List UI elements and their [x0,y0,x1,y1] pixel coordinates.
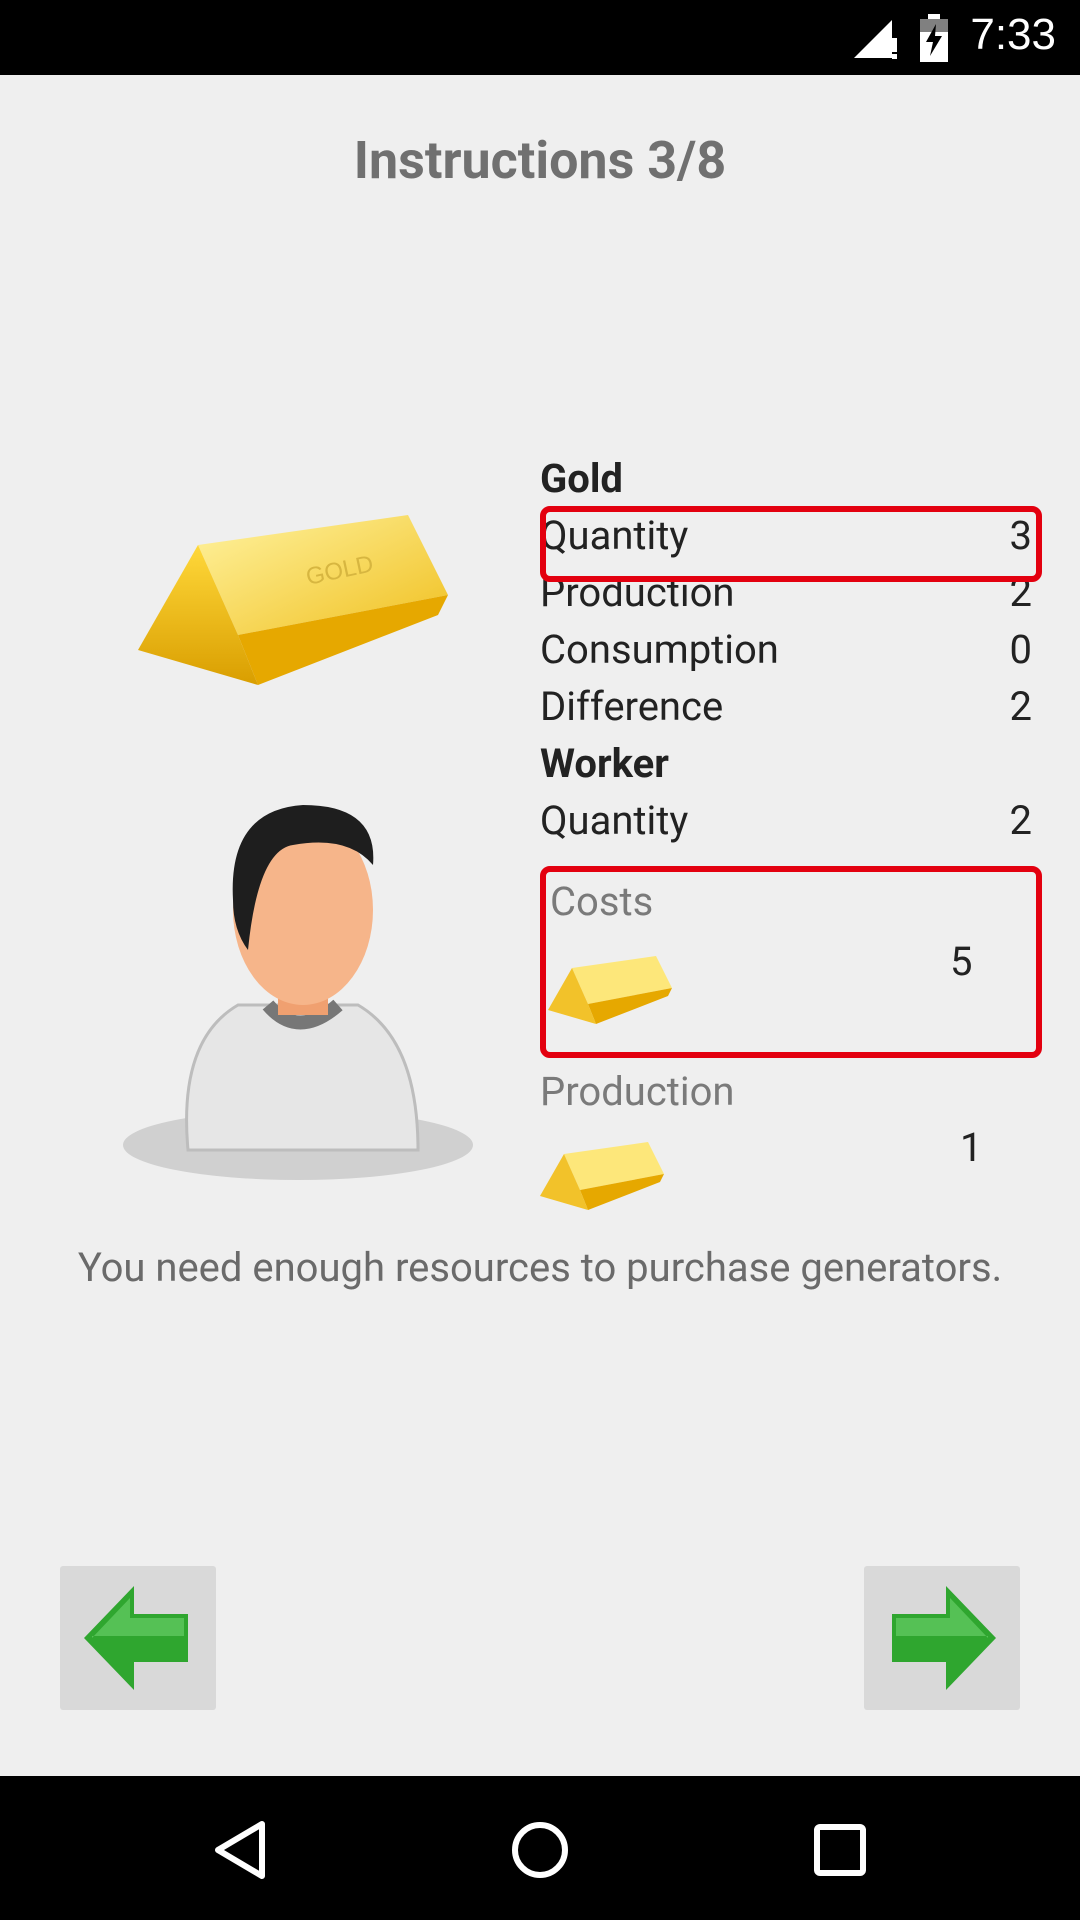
worker-quantity-label: Quantity [540,797,689,844]
worker-section: Worker [540,735,1032,792]
quantity-highlight [540,506,1042,582]
worker-quantity-value: 2 [1009,797,1032,844]
gold-consumption-label: Consumption [540,626,779,673]
production-value: 1 [960,1124,983,1171]
gold-difference-value: 2 [1009,683,1032,730]
next-arrow-icon [892,1586,996,1690]
back-button[interactable] [60,1566,216,1710]
gold-difference-row: Difference 2 [540,678,1032,735]
gold-bar-small-icon [540,1142,664,1210]
signal-icon [854,20,897,59]
battery-charging-icon [920,14,948,62]
nav-back-icon[interactable] [212,1820,268,1880]
gold-consumption-value: 0 [1009,626,1032,673]
costs-value: 5 [950,938,973,985]
production-label: Production [540,1068,735,1115]
costs-label: Costs [550,878,654,925]
gold-bar-icon: GOLD [138,515,448,685]
worker-section-title: Worker [540,740,669,787]
gold-bar-small-icon [548,956,672,1024]
page-title: Instructions 3/8 [353,130,727,191]
system-nav-bar [0,1776,1080,1920]
worker-avatar-icon [123,805,473,1180]
worker-quantity-row: Quantity 2 [540,792,1032,849]
nav-recents-icon[interactable] [814,1824,866,1876]
gold-section: Gold [540,450,1032,507]
gold-section-title: Gold [540,455,623,502]
back-arrow-icon [84,1586,188,1690]
instruction-message: You need enough resources to purchase ge… [77,1244,1003,1291]
gold-difference-label: Difference [540,683,724,730]
nav-home-icon[interactable] [510,1820,570,1880]
gold-consumption-row: Consumption 0 [540,621,1032,678]
next-button[interactable] [864,1566,1020,1710]
status-time: 7:33 [970,10,1056,59]
status-bar: 7:33 [0,0,1080,75]
